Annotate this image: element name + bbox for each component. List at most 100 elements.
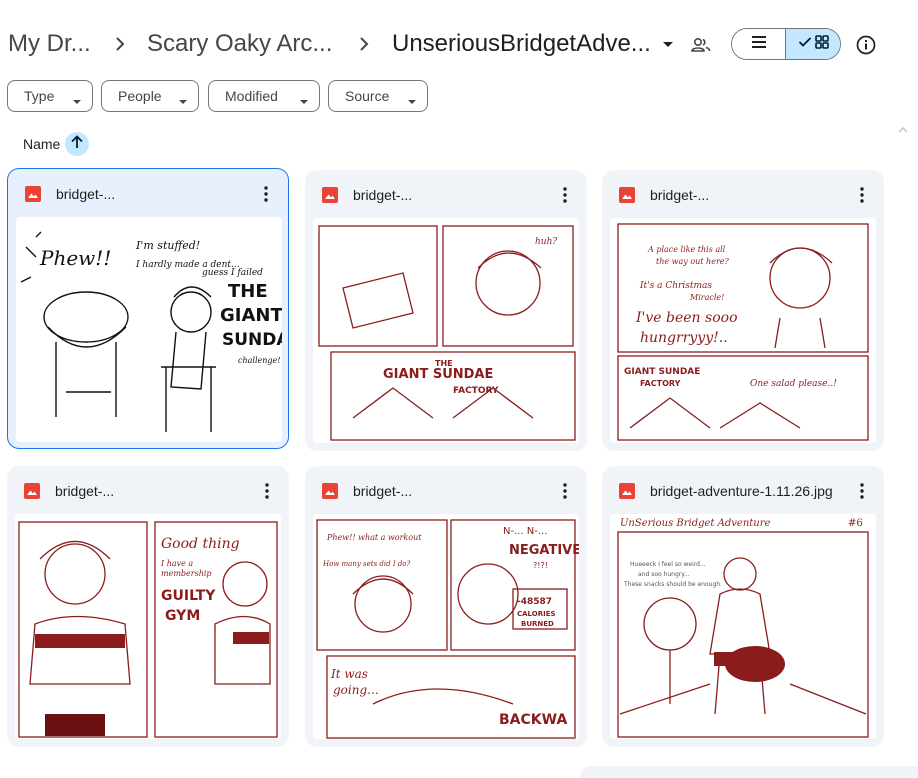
thumbnail-text: N-... N-...	[503, 526, 547, 537]
thumbnail-text: SUNDA	[222, 330, 282, 350]
thumbnail-text: GIANT SUNDAE	[383, 367, 493, 382]
filter-type-chip[interactable]: Type	[7, 80, 93, 112]
thumbnail-text: guess I failed	[202, 268, 263, 278]
thumbnail-text: GIANT SUNDAE	[624, 367, 700, 377]
file-card[interactable]: bridget-... A place like this all the wa…	[602, 170, 884, 451]
thumbnail-text: NEGATIVE	[509, 543, 579, 558]
thumbnail-text: huh?	[535, 237, 557, 247]
caret-down-icon	[299, 93, 309, 104]
thumbnail-text: #6	[848, 518, 863, 529]
thumbnail-text: FACTORY	[640, 379, 681, 388]
thumbnail-text: It was	[330, 667, 368, 681]
thumbnail-text: One salad please..!	[750, 379, 837, 389]
thumbnail-text: ?!?!	[533, 561, 548, 570]
view-toggle	[731, 28, 841, 60]
file-card[interactable]: bridget-adventure-1.11.26.jpg UnSerious …	[602, 466, 884, 747]
file-name: bridget-...	[353, 483, 413, 499]
thumbnail-text: CALORIES	[517, 610, 556, 618]
image-icon	[618, 186, 636, 204]
more-options-icon[interactable]	[555, 184, 575, 206]
image-icon	[618, 482, 636, 500]
people-icon[interactable]	[690, 34, 712, 56]
file-name: bridget-...	[56, 186, 116, 202]
file-thumbnail: Phew!! I'm stuffed! I hardly made a dent…	[16, 217, 282, 442]
image-icon	[321, 482, 339, 500]
toolbar: My Dr... Scary Oaky Arc... UnseriousBrid…	[0, 0, 918, 88]
arrow-up-icon	[70, 134, 84, 154]
filter-people-chip[interactable]: People	[101, 80, 199, 112]
thumbnail-text: membership	[161, 569, 212, 578]
caret-up-icon[interactable]	[897, 122, 909, 133]
thumbnail-text: BURNED	[521, 620, 554, 628]
thumbnail-text: THE	[228, 281, 268, 302]
file-name: bridget-...	[353, 187, 413, 203]
more-options-icon[interactable]	[852, 184, 872, 206]
thumbnail-text: A place like this all	[647, 245, 726, 254]
filter-modified-label: Modified	[225, 88, 278, 104]
caret-down-icon	[178, 93, 188, 104]
image-icon	[24, 185, 42, 203]
caret-down-icon	[407, 93, 417, 104]
filter-people-label: People	[118, 88, 162, 104]
thumbnail-text: GIANT	[220, 305, 282, 326]
file-thumbnail: Good thing I have a membership GUILTY GY…	[15, 514, 281, 739]
file-card[interactable]: bridget-... Phew!! what a workout How ma…	[305, 466, 587, 747]
thumbnail-text: I've been sooo	[635, 310, 738, 326]
filter-source-label: Source	[345, 88, 390, 104]
thumbnail-text: Miracle!	[689, 293, 724, 302]
list-icon	[751, 35, 767, 54]
image-icon	[23, 482, 41, 500]
more-options-icon[interactable]	[555, 480, 575, 502]
filter-type-label: Type	[24, 88, 55, 104]
file-name: bridget-...	[55, 483, 115, 499]
sort-direction-button[interactable]	[65, 132, 89, 156]
caret-down-icon	[72, 93, 82, 104]
breadcrumb-item-parent-folder[interactable]: Scary Oaky Arc...	[147, 28, 332, 60]
breadcrumb-item-current-folder[interactable]: UnseriousBridgetAdve...	[392, 28, 651, 60]
thumbnail-text: Hueeeck I feel so weird...	[630, 561, 706, 568]
thumbnail-text: It's a Christmas	[639, 281, 712, 291]
grid-view-button[interactable]	[786, 29, 840, 59]
more-options-icon[interactable]	[852, 480, 872, 502]
file-thumbnail: UnSerious Bridget Adventure #6 Hueeeck I…	[610, 514, 876, 739]
thumbnail-text: and soo hungry...	[638, 571, 690, 578]
thumbnail-text: Phew!!	[39, 246, 111, 270]
file-thumbnail: huh? THE GIANT SUNDAE FACTORY	[313, 218, 579, 443]
more-options-icon[interactable]	[256, 183, 276, 205]
thumbnail-text: These snacks should be enough.	[623, 581, 722, 588]
thumbnail-text: FACTORY	[453, 386, 499, 396]
breadcrumb-item-my-drive[interactable]: My Dr...	[8, 28, 91, 60]
thumbnail-text: -48587	[517, 597, 552, 607]
bottom-panel-edge	[580, 766, 918, 778]
file-card[interactable]: bridget-... Phew!! I'm stuffed! I hardly…	[7, 168, 289, 449]
thumbnail-text: I have a	[160, 559, 193, 568]
thumbnail-text: hungrryyy!..	[640, 330, 728, 346]
thumbnail-text: challenge!	[238, 356, 280, 365]
thumbnail-text: How many sets did I do?	[322, 560, 411, 568]
more-options-icon[interactable]	[257, 480, 277, 502]
caret-down-icon[interactable]	[660, 34, 676, 54]
file-thumbnail: Phew!! what a workout How many sets did …	[313, 514, 579, 739]
file-card[interactable]: bridget-... Good thing I have a membersh…	[7, 466, 289, 747]
check-icon	[798, 35, 812, 53]
thumbnail-text: BACKWA	[499, 712, 567, 728]
filter-modified-chip[interactable]: Modified	[208, 80, 320, 112]
sort-name-label[interactable]: Name	[23, 136, 60, 152]
thumbnail-text: Phew!! what a workout	[326, 533, 422, 542]
thumbnail-text: going...	[333, 683, 379, 697]
grid-icon	[814, 34, 829, 54]
filter-source-chip[interactable]: Source	[328, 80, 428, 112]
thumbnail-text: the way out here?	[656, 257, 729, 266]
file-name: bridget-...	[650, 187, 710, 203]
thumbnail-text: Good thing	[161, 536, 240, 552]
info-icon[interactable]	[855, 34, 877, 56]
file-name: bridget-adventure-1.11.26.jpg	[650, 483, 833, 499]
list-view-button[interactable]	[732, 29, 787, 59]
file-card[interactable]: bridget-... huh? THE GIANT SUNDAE FACTOR…	[305, 170, 587, 451]
thumbnail-text: I'm stuffed!	[135, 239, 200, 252]
chevron-right-icon	[110, 34, 130, 54]
file-thumbnail: A place like this all the way out here? …	[610, 218, 876, 443]
chevron-right-icon	[354, 34, 374, 54]
thumbnail-text: GYM	[165, 608, 200, 624]
image-icon	[321, 186, 339, 204]
